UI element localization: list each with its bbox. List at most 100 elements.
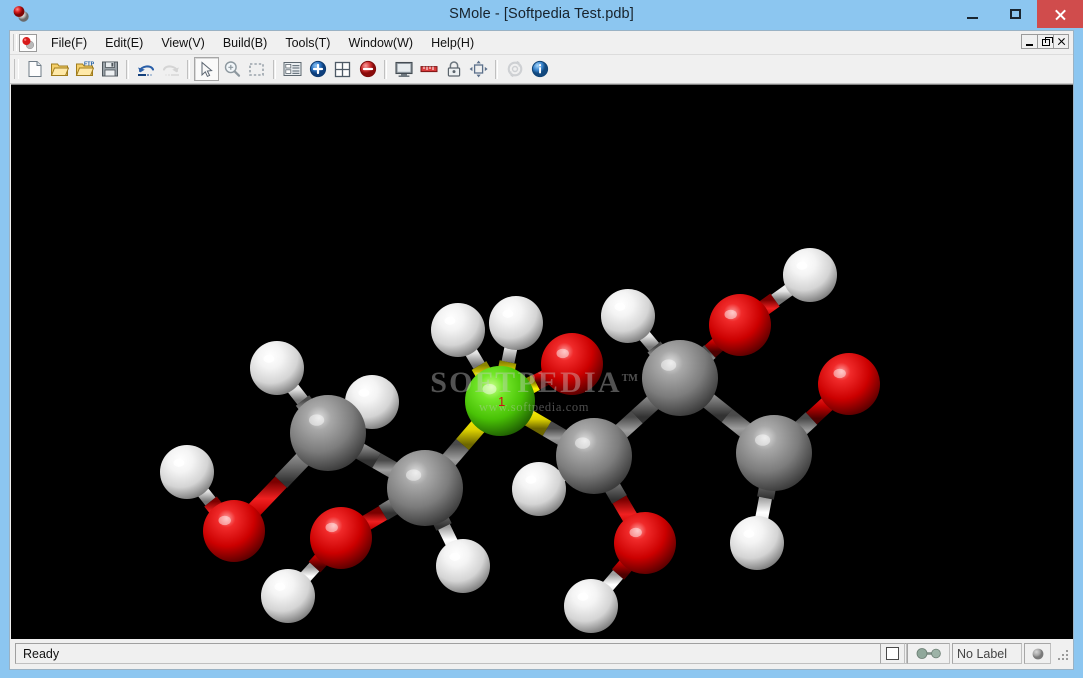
blue-plus-circle-icon <box>309 60 326 78</box>
menu-drag-grip[interactable] <box>13 34 17 51</box>
specular-highlight <box>309 414 325 426</box>
atom-o[interactable] <box>614 512 676 574</box>
minimize-button[interactable] <box>951 0 994 28</box>
status-message: Ready <box>23 646 60 661</box>
atom-h[interactable] <box>512 462 566 516</box>
menu-help[interactable]: Help(H) <box>422 33 483 53</box>
specular-highlight <box>629 527 642 538</box>
menu-tools[interactable]: Tools(T) <box>276 33 339 53</box>
add-atom-button[interactable] <box>305 57 330 81</box>
zoom-tool-button[interactable] <box>219 57 244 81</box>
gear-icon <box>507 60 522 78</box>
move-button[interactable] <box>466 57 491 81</box>
atom-sphere <box>564 579 618 633</box>
mdi-minimize-icon <box>1026 43 1033 46</box>
application-window: SMole - [Softpedia Test.pdb] File(F) Edi… <box>0 0 1083 678</box>
specular-highlight <box>173 458 185 467</box>
menu-window[interactable]: Window(W) <box>339 33 422 53</box>
close-button[interactable] <box>1037 0 1083 28</box>
bond-indicator-icon <box>916 648 941 659</box>
atom-h[interactable] <box>730 516 784 570</box>
settings-button[interactable] <box>502 57 527 81</box>
menu-edit[interactable]: Edit(E) <box>96 33 152 53</box>
open-ftp-button[interactable]: FTP <box>72 57 97 81</box>
specular-highlight <box>263 354 275 363</box>
info-button[interactable] <box>527 57 552 81</box>
atom-o[interactable] <box>203 500 265 562</box>
atom-sphere <box>736 415 812 491</box>
molecule-viewport[interactable]: SOFTPEDIATM www.softpedia.com 1 x <box>11 84 1073 639</box>
maximize-icon <box>1010 9 1021 19</box>
save-file-button[interactable] <box>97 57 122 81</box>
grid-view-button[interactable] <box>330 57 355 81</box>
maximize-button[interactable] <box>994 0 1037 28</box>
atom-sphere <box>642 340 718 416</box>
toolbar-drag-grip[interactable] <box>14 59 19 79</box>
undo-button[interactable] <box>133 57 158 81</box>
undo-arrow-icon <box>137 65 154 76</box>
resize-grip-icon[interactable] <box>1054 646 1070 662</box>
atom-c[interactable] <box>556 418 632 494</box>
mdi-minimize-button[interactable] <box>1021 34 1037 49</box>
delete-button[interactable] <box>355 57 380 81</box>
specular-highlight <box>755 434 771 446</box>
atom-s[interactable] <box>465 366 535 436</box>
atom-o[interactable] <box>541 333 603 395</box>
atom-h[interactable] <box>783 248 837 302</box>
atom-sphere <box>203 500 265 562</box>
redo-button[interactable] <box>158 57 183 81</box>
atom-c[interactable] <box>387 450 463 526</box>
atom-h[interactable] <box>160 445 214 499</box>
toolbar-separator <box>384 59 387 79</box>
lock-button[interactable] <box>441 57 466 81</box>
atom-sphere <box>160 445 214 499</box>
menu-file[interactable]: File(F) <box>42 33 96 53</box>
title-bar: SMole - [Softpedia Test.pdb] <box>0 0 1083 28</box>
status-checkbox[interactable] <box>880 643 905 664</box>
molecule-document-icon[interactable] <box>19 33 37 52</box>
menu-view[interactable]: View(V) <box>152 33 214 53</box>
atom-o[interactable] <box>709 294 771 356</box>
atom-h[interactable] <box>489 296 543 350</box>
specular-highlight <box>796 261 808 270</box>
specular-highlight <box>833 368 846 379</box>
display-button[interactable] <box>391 57 416 81</box>
floppy-disk-icon <box>101 61 118 77</box>
atom-h[interactable] <box>601 289 655 343</box>
new-file-button[interactable] <box>22 57 47 81</box>
atom-o[interactable] <box>310 507 372 569</box>
bond-indicator[interactable] <box>907 643 950 664</box>
client-area: File(F) Edit(E) View(V) Build(B) Tools(T… <box>9 30 1074 670</box>
atom-h[interactable] <box>564 579 618 633</box>
atom-h[interactable] <box>431 303 485 357</box>
close-icon <box>1054 8 1067 21</box>
atom-sphere <box>730 516 784 570</box>
label-field[interactable]: No Label <box>952 643 1022 664</box>
mdi-close-button[interactable] <box>1053 34 1069 49</box>
marquee-tool-button[interactable] <box>244 57 269 81</box>
svg-text:FTP: FTP <box>84 62 94 68</box>
label-value: No Label <box>957 646 1008 661</box>
main-toolbar: FTP <box>10 55 1073 84</box>
atom-c[interactable] <box>290 395 366 471</box>
atom-sphere-indicator[interactable] <box>1024 643 1051 664</box>
select-tool-button[interactable] <box>194 57 219 81</box>
atom-c[interactable] <box>642 340 718 416</box>
atom-h[interactable] <box>250 341 304 395</box>
atom-sphere <box>601 289 655 343</box>
atom-sphere <box>465 366 535 436</box>
specular-highlight <box>449 552 461 561</box>
menu-build[interactable]: Build(B) <box>214 33 276 53</box>
open-file-button[interactable] <box>47 57 72 81</box>
properties-button[interactable] <box>280 57 305 81</box>
atom-c[interactable] <box>736 415 812 491</box>
atom-o[interactable] <box>818 353 880 415</box>
minimize-icon <box>967 16 978 19</box>
atom-h[interactable] <box>436 539 490 593</box>
redo-arrow-icon <box>162 65 179 76</box>
mdi-restore-button[interactable] <box>1037 34 1053 49</box>
measure-button[interactable] <box>416 57 441 81</box>
atom-sphere <box>818 353 880 415</box>
atom-h[interactable] <box>261 569 315 623</box>
specular-highlight <box>358 388 370 397</box>
